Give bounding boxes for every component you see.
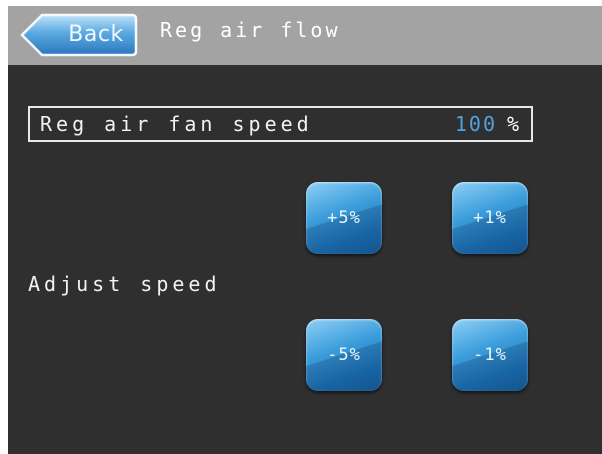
minus-5-percent-button[interactable]: -5%: [306, 319, 382, 391]
minus-5-percent-label: -5%: [327, 345, 361, 365]
fan-speed-value: 100: [454, 112, 497, 136]
back-button-label: Back: [68, 22, 124, 47]
header-bar: Back Reg air flow: [8, 6, 602, 65]
page-title: Reg air flow: [160, 18, 341, 42]
fan-speed-display: Reg air fan speed 100 %: [28, 106, 533, 142]
fan-speed-unit: %: [506, 112, 519, 136]
back-button[interactable]: Back: [20, 13, 138, 57]
plus-1-percent-label: +1%: [473, 208, 507, 228]
plus-5-percent-label: +5%: [327, 208, 361, 228]
hmi-screen: Back Reg air flow Reg air fan speed 100 …: [8, 6, 602, 454]
minus-1-percent-label: -1%: [473, 345, 507, 365]
plus-5-percent-button[interactable]: +5%: [306, 182, 382, 254]
adjust-speed-label: Adjust speed: [28, 272, 221, 296]
minus-1-percent-button[interactable]: -1%: [452, 319, 528, 391]
fan-speed-label: Reg air fan speed: [40, 112, 313, 136]
plus-1-percent-button[interactable]: +1%: [452, 182, 528, 254]
